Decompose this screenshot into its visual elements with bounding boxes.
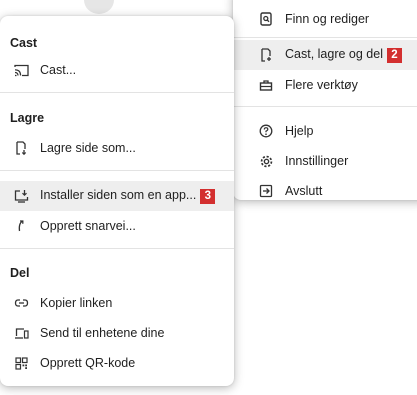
menu-item-label: Cast... [40, 63, 77, 77]
menu-item-label: Opprett QR-kode [40, 356, 136, 370]
qr-code-icon [13, 355, 29, 371]
cast-save-share-icon [258, 47, 274, 63]
exit-icon [258, 183, 274, 199]
menu-item-label: Send til enhetene dine [40, 326, 165, 340]
menu-item-label: Avslutt [285, 184, 323, 198]
divider [0, 170, 234, 171]
divider [0, 248, 234, 249]
menu-item-cast[interactable]: Cast... [0, 55, 234, 85]
install-app-icon [13, 188, 29, 204]
menu-item-copy-link[interactable]: Kopier linken [0, 288, 234, 318]
section-heading-share: Del [10, 266, 30, 280]
menu-item-label: Finn og rediger [285, 12, 370, 26]
devices-icon [13, 325, 29, 341]
menu-item-label: Cast, lagre og del 2 [285, 47, 402, 63]
main-menu: Finn og rediger Cast, lagre og del 2 Fler… [233, 0, 417, 200]
menu-item-exit[interactable]: Avslutt [233, 176, 417, 206]
cast-icon [13, 62, 29, 78]
menu-item-find-edit[interactable]: Finn og rediger [233, 4, 417, 34]
cast-save-share-submenu: Cast Cast... Lagre Lagre side som... Ins… [0, 16, 234, 386]
help-icon [258, 123, 274, 139]
gear-icon [258, 153, 274, 169]
menu-item-label: Flere verktøy [285, 78, 358, 92]
menu-item-save-page[interactable]: Lagre side som... [0, 133, 234, 163]
menu-item-send-to-devices[interactable]: Send til enhetene dine [0, 318, 234, 348]
find-edit-icon [258, 11, 274, 27]
step-badge: 2 [386, 47, 402, 63]
divider [233, 106, 417, 107]
menu-item-create-shortcut[interactable]: Opprett snarvei... [0, 211, 234, 241]
menu-item-label: Installer siden som en app... 3 [40, 188, 216, 204]
menu-item-cast-save-share[interactable]: Cast, lagre og del 2 [233, 40, 417, 70]
menu-item-label: Kopier linken [40, 296, 113, 310]
section-heading-save: Lagre [10, 111, 45, 125]
menu-item-more-tools[interactable]: Flere verktøy [233, 70, 417, 100]
divider [0, 92, 234, 93]
menu-item-help[interactable]: Hjelp [233, 116, 417, 146]
menu-item-label: Innstillinger [285, 154, 349, 168]
step-badge: 3 [200, 188, 216, 204]
menu-item-settings[interactable]: Innstillinger [233, 146, 417, 176]
menu-item-label: Lagre side som... [40, 141, 136, 155]
menu-item-label: Opprett snarvei... [40, 219, 136, 233]
menu-button-highlight [84, 0, 114, 14]
menu-item-label: Hjelp [285, 124, 314, 138]
toolbox-icon [258, 77, 274, 93]
divider [233, 37, 417, 38]
menu-item-create-qr-code[interactable]: Opprett QR-kode [0, 348, 234, 378]
link-icon [13, 295, 29, 311]
save-page-icon [13, 140, 29, 156]
menu-item-install-app[interactable]: Installer siden som en app... 3 [0, 181, 234, 211]
section-heading-cast: Cast [10, 36, 38, 50]
shortcut-icon [13, 218, 29, 234]
